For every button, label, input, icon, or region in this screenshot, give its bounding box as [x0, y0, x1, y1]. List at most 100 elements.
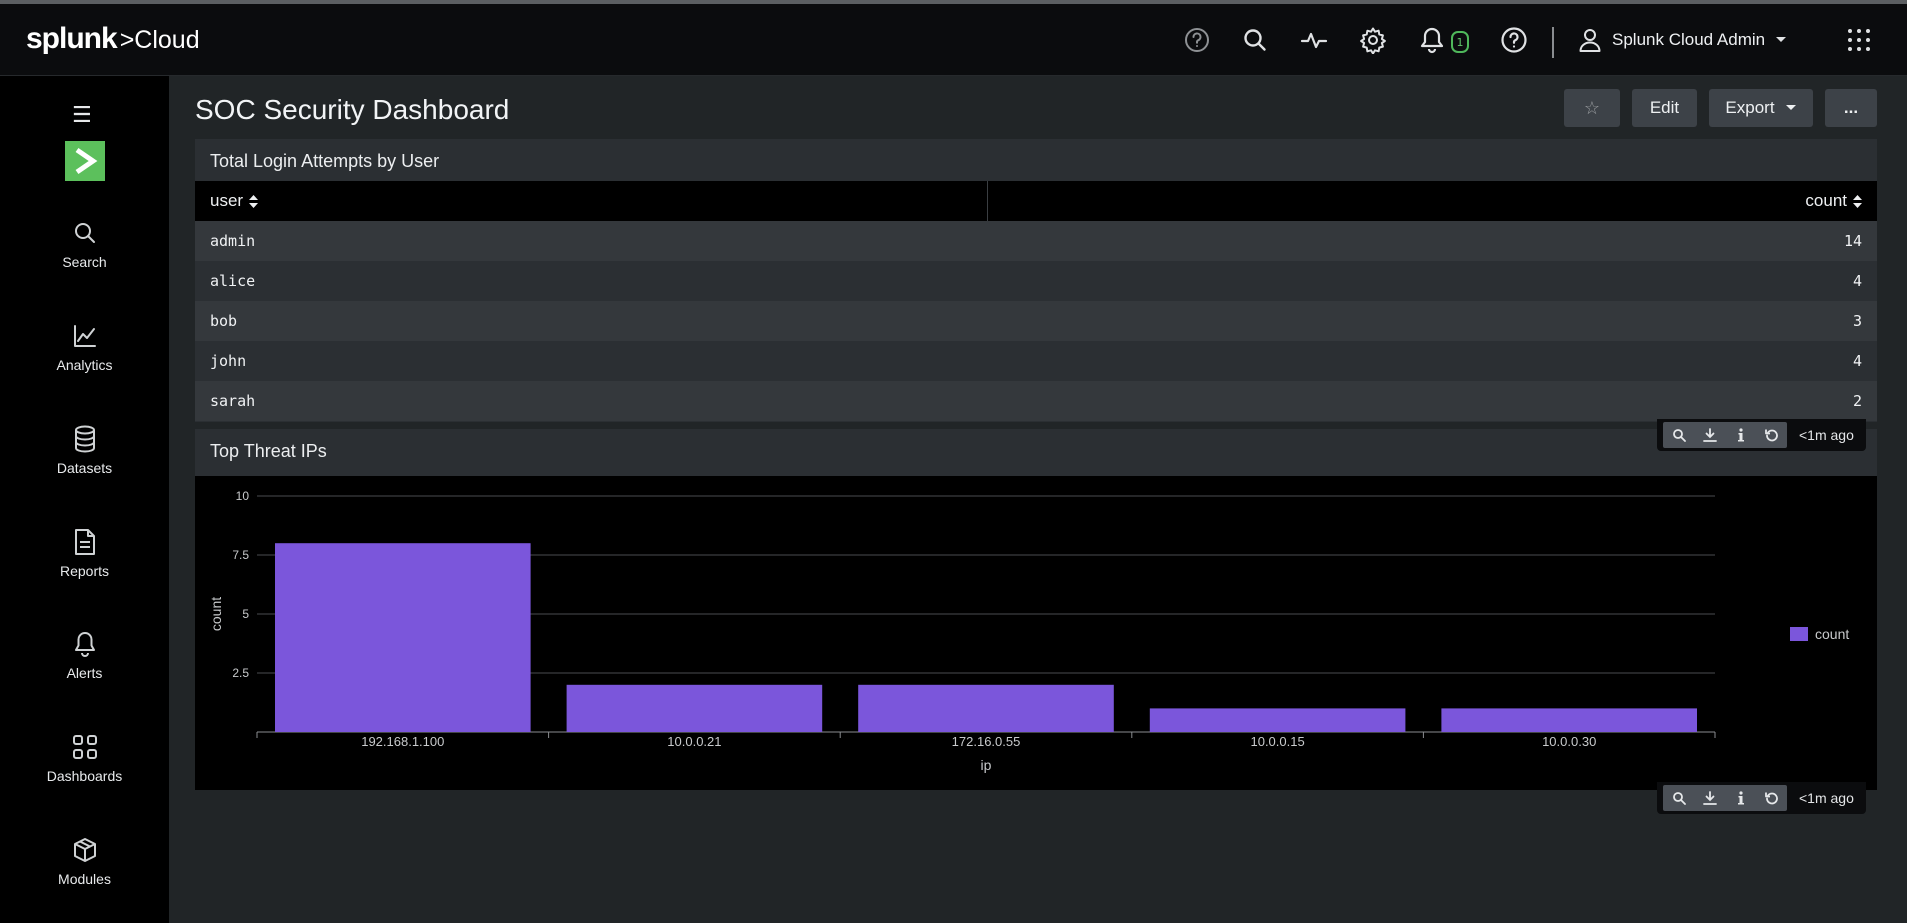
refresh-icon[interactable] [1756, 785, 1787, 811]
refresh-icon[interactable] [1756, 422, 1787, 448]
top-navigation-bar: splunk >Cloud 1 Splunk Cloud Admin [0, 4, 1907, 76]
help-circle-icon[interactable] [1498, 24, 1530, 56]
login-attempts-panel: Total Login Attempts by User user count … [195, 139, 1877, 422]
sidebar-item-analytics[interactable]: Analytics [0, 319, 169, 389]
column-divider [987, 181, 988, 221]
panel-tool-group [1663, 785, 1787, 811]
cell-user: sarah [210, 392, 256, 410]
x-tick-label: 192.168.1.100 [361, 734, 444, 749]
sidebar-item-search[interactable]: Search [0, 216, 169, 286]
sidebar-item-label: Analytics [56, 357, 113, 373]
table-row[interactable]: john 4 [195, 341, 1877, 381]
panel-toolbar: <1m ago [1657, 782, 1866, 814]
sort-icon [1853, 194, 1862, 208]
favorite-button[interactable]: ☆ [1564, 89, 1620, 127]
sidebar-item-label: Search [62, 254, 107, 270]
sidebar: ☰ Search Analytics Datasets Reports Aler… [0, 76, 169, 923]
edit-button[interactable]: Edit [1632, 89, 1697, 127]
sidebar-item-label: Reports [59, 563, 110, 579]
activity-icon[interactable] [1298, 24, 1330, 56]
x-tick-label: 172.16.0.55 [952, 734, 1021, 749]
cell-count: 3 [1852, 312, 1862, 330]
gear-icon[interactable] [1357, 24, 1389, 56]
bell-icon [73, 627, 97, 661]
report-icon [74, 525, 96, 559]
sidebar-item-alerts[interactable]: Alerts [0, 627, 169, 697]
chevron-down-icon [1776, 37, 1787, 42]
line-chart-icon [72, 319, 98, 353]
panel-toolbar: <1m ago [1657, 419, 1866, 451]
sidebar-item-label: Datasets [56, 460, 113, 476]
more-actions-button[interactable]: ... [1825, 89, 1877, 127]
table-row[interactable]: bob 3 [195, 301, 1877, 341]
info-icon[interactable] [1725, 785, 1756, 811]
export-label: Export [1725, 98, 1775, 117]
export-button[interactable]: Export [1709, 89, 1813, 127]
cell-user: admin [210, 232, 256, 250]
x-tick-label: 10.0.0.21 [667, 734, 721, 749]
y-tick-label: 2.5 [232, 666, 249, 680]
cell-user: john [210, 352, 247, 370]
open-in-search-icon[interactable] [1663, 785, 1694, 811]
database-icon [73, 422, 97, 456]
sidebar-item-label: Alerts [66, 665, 103, 681]
bar [858, 684, 1114, 732]
topbar-divider [1552, 27, 1554, 58]
user-name: Splunk Cloud Admin [1612, 30, 1766, 49]
menu-toggle-icon[interactable]: ☰ [72, 103, 92, 128]
sort-icon [249, 194, 259, 208]
column-header-count[interactable]: count [1805, 181, 1862, 221]
sidebar-item-label: Modules [58, 871, 111, 887]
cell-count: 14 [1843, 232, 1862, 250]
x-tick-label: 10.0.0.30 [1542, 734, 1596, 749]
cell-user: alice [210, 272, 256, 290]
bar [1441, 708, 1697, 732]
bell-icon[interactable] [1416, 24, 1448, 56]
search-icon [72, 216, 98, 250]
y-tick-label: 7.5 [232, 548, 249, 562]
legend-swatch [1790, 627, 1808, 641]
table-row[interactable]: sarah 2 [195, 381, 1877, 421]
modules-icon [71, 833, 99, 867]
notification-count-badge[interactable]: 1 [1451, 31, 1469, 53]
chart-area: 2.5 5 7.5 10 192.168.1.100 10.0.0.21 172.16.0.… [195, 476, 1877, 790]
info-icon[interactable] [1725, 422, 1756, 448]
panel-title: Total Login Attempts by User [210, 151, 440, 171]
last-updated-time: <1m ago [1799, 427, 1854, 443]
cell-count: 4 [1852, 352, 1862, 370]
dashboard-icon [72, 730, 98, 764]
cell-user: bob [210, 312, 238, 330]
table-row[interactable]: alice 4 [195, 261, 1877, 301]
top-threat-ips-panel: Top Threat IPs 2.5 5 7.5 10 192.168.1.100 10.… [195, 429, 1877, 790]
splunk-app-logo-icon[interactable] [65, 141, 105, 181]
user-icon [1579, 29, 1601, 52]
user-menu[interactable]: Splunk Cloud Admin [1578, 24, 1787, 56]
y-tick-label: 10 [236, 489, 250, 503]
x-axis-title: ip [981, 757, 992, 773]
y-tick-label: 5 [242, 607, 249, 621]
panel-tool-group [1663, 422, 1787, 448]
sidebar-item-dashboards[interactable]: Dashboards [0, 730, 169, 800]
table-row[interactable]: admin 14 [195, 221, 1877, 261]
x-tick-label: 10.0.0.15 [1250, 734, 1304, 749]
page-title: SOC Security Dashboard [195, 94, 510, 125]
download-icon[interactable] [1694, 785, 1725, 811]
y-axis-title: count [208, 597, 224, 631]
splunk-cloud-logo[interactable]: splunk >Cloud [26, 22, 200, 58]
sidebar-item-modules[interactable]: Modules [0, 833, 169, 903]
help-circle-icon[interactable] [1181, 24, 1213, 56]
search-icon[interactable] [1239, 24, 1271, 56]
legend-label: count [1815, 626, 1849, 642]
bar [275, 543, 531, 732]
sidebar-item-reports[interactable]: Reports [0, 525, 169, 595]
threat-ip-bar-chart: 2.5 5 7.5 10 192.168.1.100 10.0.0.21 172.16.0.… [208, 489, 1849, 773]
dashboard-main: SOC Security Dashboard ☆ Edit Export ...… [169, 76, 1907, 923]
column-header-user[interactable]: user [210, 181, 259, 221]
apps-grid-icon[interactable] [1843, 24, 1875, 56]
bar [566, 684, 823, 732]
bar [1149, 708, 1406, 732]
download-icon[interactable] [1694, 422, 1725, 448]
logo-brand: splunk [26, 22, 118, 55]
sidebar-item-datasets[interactable]: Datasets [0, 422, 169, 492]
open-in-search-icon[interactable] [1663, 422, 1694, 448]
